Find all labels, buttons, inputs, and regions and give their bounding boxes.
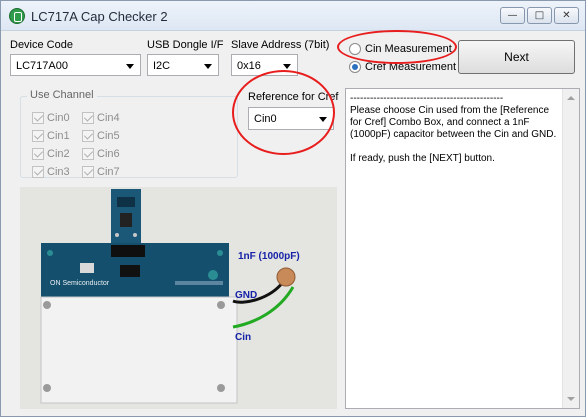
reference-cref-callout <box>232 70 335 155</box>
board-label: ON Semiconductor <box>50 280 110 287</box>
title-bar: LC717A Cap Checker 2 — □ ✕ <box>1 1 585 31</box>
device-code-label: Device Code <box>10 39 73 51</box>
channel-checkbox-cin7[interactable]: Cin7 <box>82 166 120 178</box>
usb-dongle-label: USB Dongle I/F <box>147 39 224 51</box>
device-code-value: LC717A00 <box>16 60 68 72</box>
app-icon <box>9 8 25 24</box>
device-code-combo[interactable]: LC717A00 <box>10 54 141 76</box>
channel-label: Cin0 <box>47 112 70 124</box>
channel-checkbox-cin2[interactable]: Cin2 <box>32 148 70 160</box>
checkbox-box <box>32 148 44 160</box>
next-button[interactable]: Next <box>458 40 575 74</box>
checkbox-box <box>82 148 94 160</box>
channel-label: Cin3 <box>47 166 70 178</box>
channel-label: Cin2 <box>47 148 70 160</box>
window-controls: — □ ✕ <box>500 7 579 24</box>
channel-label: Cin4 <box>97 112 120 124</box>
maximize-button[interactable]: □ <box>527 7 552 24</box>
window-title: LC717A Cap Checker 2 <box>31 9 168 24</box>
checkbox-box <box>82 112 94 124</box>
sensor-plate <box>40 296 238 404</box>
vertical-scrollbar[interactable] <box>562 89 579 408</box>
channel-checkbox-cin1[interactable]: Cin1 <box>32 130 70 142</box>
chevron-down-icon <box>283 64 291 69</box>
cin-label: Cin <box>235 332 251 343</box>
checkbox-box <box>32 166 44 178</box>
channel-label: Cin1 <box>47 130 70 142</box>
app-window: LC717A Cap Checker 2 — □ ✕ Device Code U… <box>0 0 586 417</box>
usb-dongle-combo[interactable]: I2C <box>147 54 219 76</box>
channel-label: Cin5 <box>97 130 120 142</box>
channel-checkbox-cin5[interactable]: Cin5 <box>82 130 120 142</box>
channel-label: Cin7 <box>97 166 120 178</box>
cin-measurement-callout <box>337 30 457 64</box>
radio-dot <box>349 61 361 73</box>
minimize-button[interactable]: — <box>500 7 525 24</box>
instructions-textbox[interactable]: ----------------------------------------… <box>345 88 580 409</box>
chevron-down-icon <box>126 64 134 69</box>
close-button[interactable]: ✕ <box>554 7 579 24</box>
slave-address-value: 0x16 <box>237 60 261 72</box>
gnd-label: GND <box>235 290 257 301</box>
capacitor-label: 1nF (1000pF) <box>238 251 300 262</box>
channel-checkbox-cin0[interactable]: Cin0 <box>32 112 70 124</box>
chevron-down-icon <box>204 64 212 69</box>
slave-address-label: Slave Address (7bit) <box>231 39 330 51</box>
checkbox-box <box>32 112 44 124</box>
instructions-text: ----------------------------------------… <box>350 93 557 164</box>
checkbox-box <box>82 130 94 142</box>
capacitor <box>276 267 296 287</box>
scroll-up-icon[interactable] <box>567 96 575 100</box>
use-channel-title: Use Channel <box>27 89 97 101</box>
checkbox-box <box>82 166 94 178</box>
connection-photo: ON Semiconductor 1nF (1000pF) GND Cin <box>20 187 337 409</box>
channel-checkbox-cin6[interactable]: Cin6 <box>82 148 120 160</box>
checkbox-box <box>32 130 44 142</box>
channel-checkbox-cin4[interactable]: Cin4 <box>82 112 120 124</box>
channel-checkbox-cin3[interactable]: Cin3 <box>32 166 70 178</box>
scroll-down-icon[interactable] <box>567 397 575 401</box>
channel-label: Cin6 <box>97 148 120 160</box>
connection-illustration: ON Semiconductor 1nF (1000pF) GND Cin <box>20 187 337 409</box>
usb-dongle-value: I2C <box>153 60 171 72</box>
